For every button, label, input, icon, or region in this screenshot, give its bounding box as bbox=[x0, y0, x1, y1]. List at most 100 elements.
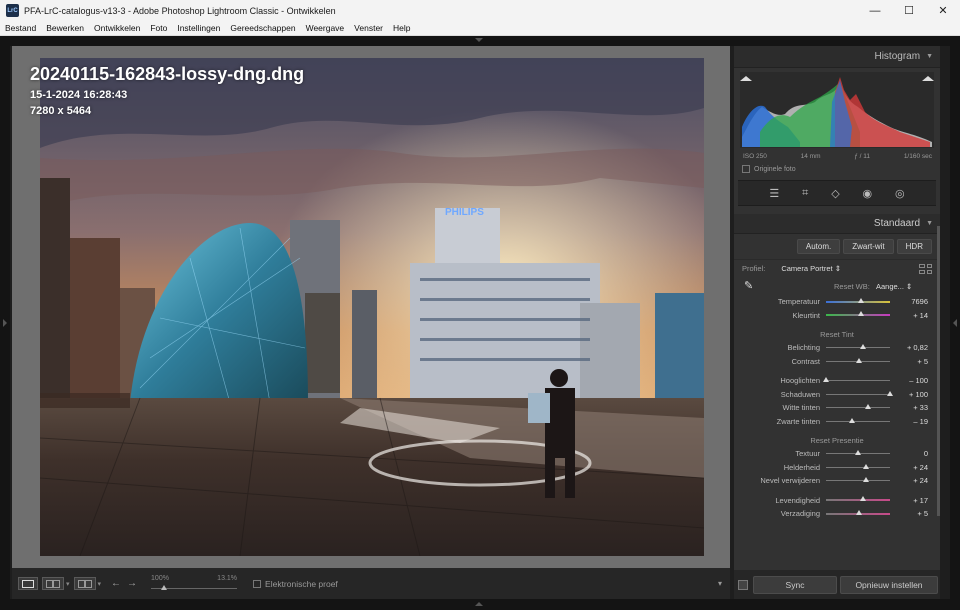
sync-button[interactable]: Sync bbox=[753, 575, 837, 594]
slider-thumb[interactable] bbox=[855, 450, 861, 456]
hdr-button[interactable]: HDR bbox=[896, 239, 932, 254]
slider-track[interactable] bbox=[826, 297, 890, 303]
filmstrip-toggle[interactable] bbox=[0, 599, 960, 610]
slider-row-kleurtint[interactable]: Kleurtint + 14 bbox=[734, 309, 940, 323]
reset-button[interactable]: Opnieuw instellen bbox=[840, 575, 938, 594]
zoom-slider[interactable]: 100% 13.1% bbox=[151, 573, 238, 595]
menu-foto[interactable]: Foto bbox=[145, 23, 172, 33]
before-after-dropdown-icon[interactable]: ▾ bbox=[66, 580, 70, 588]
slider-thumb[interactable] bbox=[860, 496, 867, 502]
eyedropper-icon[interactable]: ✎ bbox=[744, 279, 753, 292]
slider-row-textuur[interactable]: Textuur 0 bbox=[734, 447, 940, 461]
slider-value[interactable]: + 14 bbox=[890, 311, 930, 320]
slider-value[interactable]: + 24 bbox=[890, 463, 930, 472]
slider-track[interactable] bbox=[826, 450, 890, 456]
slider-track[interactable] bbox=[826, 496, 890, 502]
panel-scrollbar[interactable] bbox=[937, 226, 940, 516]
slider-value[interactable]: + 17 bbox=[890, 496, 930, 505]
histogram-header[interactable]: Histogram ▼ bbox=[734, 46, 940, 68]
slider-thumb[interactable] bbox=[858, 311, 865, 317]
slider-thumb[interactable] bbox=[862, 477, 869, 483]
zoom-slider-thumb[interactable] bbox=[161, 584, 168, 590]
collapse-arrow-icon[interactable]: ▼ bbox=[926, 53, 933, 60]
slider-track[interactable] bbox=[823, 377, 890, 383]
slider-thumb[interactable] bbox=[856, 357, 863, 363]
menu-ontwikkelen[interactable]: Ontwikkelen bbox=[89, 23, 145, 33]
menu-gereedschappen[interactable]: Gereedschappen bbox=[225, 23, 300, 33]
masking-icon[interactable]: ◎ bbox=[895, 187, 905, 200]
close-button[interactable]: ✕ bbox=[926, 0, 960, 21]
slider-track[interactable] bbox=[826, 357, 890, 363]
slider-value[interactable]: – 19 bbox=[890, 417, 930, 426]
menu-help[interactable]: Help bbox=[388, 23, 415, 33]
original-photo-checkbox[interactable] bbox=[742, 165, 750, 173]
slider-track[interactable] bbox=[826, 463, 890, 469]
menu-bestand[interactable]: Bestand bbox=[0, 23, 41, 33]
healing-eraser-icon[interactable]: ◇ bbox=[831, 187, 839, 200]
before-after-button[interactable] bbox=[42, 577, 64, 590]
edit-sliders-icon[interactable]: ☰ bbox=[769, 187, 779, 200]
minimize-button[interactable]: — bbox=[858, 0, 892, 21]
presence-reset-header[interactable]: Reset Presentie bbox=[734, 434, 940, 447]
slider-row-levendigheid[interactable]: Levendigheid + 17 bbox=[734, 494, 940, 508]
photo-canvas[interactable]: PHILIPS bbox=[40, 58, 704, 556]
slider-value[interactable]: + 0,82 bbox=[890, 343, 930, 352]
slider-row-helderheid[interactable]: Helderheid + 24 bbox=[734, 461, 940, 475]
slider-value[interactable]: 0 bbox=[890, 449, 930, 458]
slider-thumb[interactable] bbox=[865, 404, 872, 410]
slider-thumb[interactable] bbox=[856, 509, 863, 515]
slider-track[interactable] bbox=[826, 390, 893, 396]
previous-photo-icon[interactable]: ← bbox=[111, 578, 121, 589]
next-photo-icon[interactable]: → bbox=[127, 578, 137, 589]
right-panel-toggle[interactable] bbox=[950, 46, 960, 599]
slider-track[interactable] bbox=[826, 417, 890, 423]
before-after-swap-button[interactable] bbox=[73, 577, 96, 590]
wb-select[interactable]: Aange... ⇕ bbox=[876, 282, 912, 291]
tone-reset-header[interactable]: Reset Tint bbox=[734, 328, 940, 341]
left-panel-toggle[interactable] bbox=[0, 46, 10, 599]
slider-value[interactable]: + 100 bbox=[890, 390, 930, 399]
slider-value[interactable]: 7696 bbox=[890, 297, 930, 306]
slider-value[interactable]: + 24 bbox=[890, 476, 930, 485]
slider-track[interactable] bbox=[826, 404, 890, 410]
slider-row-schaduwen[interactable]: Schaduwen + 100 bbox=[734, 388, 940, 402]
menu-instellingen[interactable]: Instellingen bbox=[172, 23, 225, 33]
slider-thumb[interactable] bbox=[849, 417, 856, 423]
slider-value[interactable]: + 33 bbox=[890, 403, 930, 412]
slider-track[interactable] bbox=[826, 509, 890, 515]
profile-select[interactable]: Camera Portret ⇕ bbox=[781, 264, 841, 273]
maximize-button[interactable]: ☐ bbox=[892, 0, 926, 21]
menu-bewerken[interactable]: Bewerken bbox=[41, 23, 89, 33]
menu-weergave[interactable]: Weergave bbox=[301, 23, 350, 33]
slider-value[interactable]: – 100 bbox=[890, 376, 930, 385]
original-photo-toggle[interactable]: Originele foto bbox=[734, 162, 940, 176]
slider-thumb[interactable] bbox=[862, 463, 869, 469]
slider-track[interactable] bbox=[826, 344, 890, 350]
collapse-arrow-icon[interactable]: ▼ bbox=[926, 220, 933, 227]
auto-button[interactable]: Autom. bbox=[796, 239, 841, 254]
menu-venster[interactable]: Venster bbox=[349, 23, 388, 33]
slider-row-temperatuur[interactable]: Temperatuur 7696 bbox=[734, 295, 940, 309]
toolbar-options-icon[interactable]: ▾ bbox=[718, 579, 722, 588]
swap-dropdown-icon[interactable]: ▾ bbox=[98, 580, 102, 588]
basic-panel-header[interactable]: Standaard ▼ bbox=[734, 214, 940, 234]
black-white-button[interactable]: Zwart-wit bbox=[843, 239, 894, 254]
slider-thumb[interactable] bbox=[858, 297, 865, 303]
slider-thumb[interactable] bbox=[823, 377, 829, 383]
slider-row-contrast[interactable]: Contrast + 5 bbox=[734, 355, 940, 369]
histogram-graph[interactable] bbox=[740, 72, 934, 148]
slider-thumb[interactable] bbox=[860, 344, 867, 350]
slider-row-nevel-verwijderen[interactable]: Nevel verwijderen + 24 bbox=[734, 474, 940, 488]
slider-thumb[interactable] bbox=[887, 390, 893, 396]
slider-row-verzadiging[interactable]: Verzadiging + 5 bbox=[734, 507, 940, 521]
slider-row-belichting[interactable]: Belichting + 0,82 bbox=[734, 341, 940, 355]
wb-label[interactable]: Reset WB: bbox=[834, 282, 870, 291]
auto-sync-toggle[interactable] bbox=[738, 579, 748, 590]
slider-row-hooglichten[interactable]: Hooglichten – 100 bbox=[734, 374, 940, 388]
softproof-checkbox[interactable] bbox=[253, 579, 262, 588]
crop-icon[interactable]: ⌗ bbox=[802, 187, 808, 200]
profile-browser-icon[interactable] bbox=[919, 263, 932, 274]
photo-viewer[interactable]: PHILIPS 20240115-162843-lossy-dng.dng 15… bbox=[12, 46, 730, 568]
loupe-view-button[interactable] bbox=[18, 577, 38, 590]
slider-track[interactable] bbox=[826, 477, 890, 483]
